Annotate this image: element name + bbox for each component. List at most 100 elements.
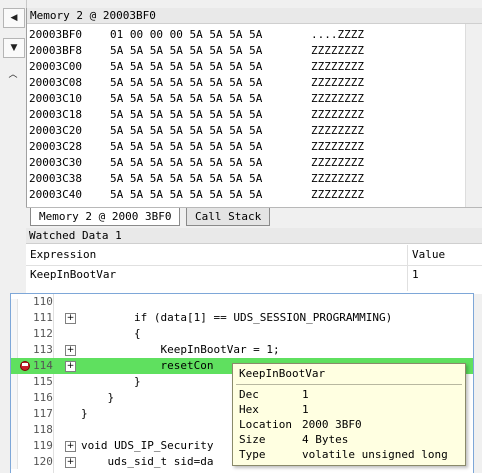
tooltip-row: Hex 1 xyxy=(239,402,459,417)
memory-ascii: ZZZZZZZZ xyxy=(311,172,364,185)
memory-bytes[interactable]: 5A 5A 5A 5A 5A 5A 5A 5A xyxy=(110,75,262,91)
tooltip-key: Type xyxy=(239,448,266,461)
memory-row[interactable]: 20003C18 5A 5A 5A 5A 5A 5A 5A 5A ZZZZZZZZ xyxy=(29,107,449,123)
memory-bytes[interactable]: 5A 5A 5A 5A 5A 5A 5A 5A xyxy=(110,139,262,155)
variable-tooltip: KeepInBootVar Dec 1 Hex 1 Location 2000 3BF0 S… xyxy=(232,363,466,466)
tooltip-row: Dec 1 xyxy=(239,387,459,402)
memory-ascii: ZZZZZZZZ xyxy=(311,108,364,121)
tooltip-row: Location 2000 3BF0 xyxy=(239,417,459,432)
line-number: 119 xyxy=(33,439,53,452)
code-text: } xyxy=(81,375,141,388)
tooltip-row: Type volatile unsigned long xyxy=(239,447,459,462)
line-number: 113 xyxy=(33,343,53,356)
tab-nav-glyph: ◀ xyxy=(10,13,18,23)
memory-ascii: ZZZZZZZZ xyxy=(311,76,364,89)
watch-row[interactable]: KeepInBootVar 1 xyxy=(26,266,482,284)
chevron-glyph: ︿ xyxy=(8,69,18,80)
tooltip-row: Size 4 Bytes xyxy=(239,432,459,447)
tooltip-value: 1 xyxy=(302,403,309,416)
memory-row[interactable]: 20003C10 5A 5A 5A 5A 5A 5A 5A 5A ZZZZZZZZ xyxy=(29,91,449,107)
code-text: resetCon xyxy=(81,359,214,372)
dropdown-glyph: ▼ xyxy=(10,43,18,53)
memory-address: 20003C00 xyxy=(29,60,82,73)
tooltip-title: KeepInBootVar xyxy=(239,367,326,380)
code-line[interactable]: 112 { xyxy=(11,326,473,342)
memory-bytes[interactable]: 5A 5A 5A 5A 5A 5A 5A 5A xyxy=(110,171,262,187)
memory-bytes[interactable]: 5A 5A 5A 5A 5A 5A 5A 5A xyxy=(110,107,262,123)
memory-address: 20003C18 xyxy=(29,108,82,121)
expand-plus-icon[interactable]: + xyxy=(65,457,76,468)
tooltip-value: 2000 3BF0 xyxy=(302,418,362,431)
memory-row[interactable]: 20003C20 5A 5A 5A 5A 5A 5A 5A 5A ZZZZZZZZ xyxy=(29,123,449,139)
memory-window-title: Memory 2 @ 20003BF0 xyxy=(27,8,482,24)
memory-row[interactable]: 20003BF8 5A 5A 5A 5A 5A 5A 5A 5A ZZZZZZZZ xyxy=(29,43,449,59)
line-number: 118 xyxy=(33,423,53,436)
memory-ascii: ZZZZZZZZ xyxy=(311,124,364,137)
code-line[interactable]: 110 xyxy=(11,294,473,310)
line-number: 112 xyxy=(33,327,53,340)
memory-address: 20003C10 xyxy=(29,92,82,105)
memory-row[interactable]: 20003BF0 01 00 00 00 5A 5A 5A 5A ....ZZZZ xyxy=(29,27,449,43)
expand-plus-icon[interactable]: + xyxy=(65,361,76,372)
memory-window: Memory 2 @ 20003BF0 20003BF0 01 00 00 00 … xyxy=(26,8,482,226)
memory-bytes[interactable]: 5A 5A 5A 5A 5A 5A 5A 5A xyxy=(110,123,262,139)
memory-scrollbar[interactable] xyxy=(465,24,482,208)
memory-row[interactable]: 20003C38 5A 5A 5A 5A 5A 5A 5A 5A ZZZZZZZZ xyxy=(29,171,449,187)
line-number: 110 xyxy=(33,295,53,308)
memory-address: 20003BF0 xyxy=(29,28,82,41)
watched-data-window: Watched Data 1 Expression Value KeepInBo… xyxy=(26,228,482,294)
expand-plus-icon[interactable]: + xyxy=(65,441,76,452)
memory-address: 20003BF8 xyxy=(29,44,82,57)
tooltip-value: 1 xyxy=(302,388,309,401)
memory-row[interactable]: 20003C28 5A 5A 5A 5A 5A 5A 5A 5A ZZZZZZZZ xyxy=(29,139,449,155)
tab-memory-2[interactable]: Memory 2 @ 2000 3BF0 xyxy=(30,208,181,226)
code-line[interactable]: 111 + if (data[1] == UDS_SESSION_PROGRAMM… xyxy=(11,310,473,326)
memory-address: 20003C40 xyxy=(29,188,82,201)
tab-call-stack[interactable]: Call Stack xyxy=(186,208,271,226)
memory-bytes[interactable]: 5A 5A 5A 5A 5A 5A 5A 5A xyxy=(110,155,262,171)
memory-row[interactable]: 20003C40 5A 5A 5A 5A 5A 5A 5A 5A ZZZZZZZZ xyxy=(29,187,449,203)
column-expression[interactable]: Expression xyxy=(30,248,96,261)
chevron-up-icon[interactable]: ︿ xyxy=(3,64,23,82)
memory-rows: 20003BF0 01 00 00 00 5A 5A 5A 5A ....ZZZZ 2… xyxy=(29,27,449,203)
memory-ascii: ZZZZZZZZ xyxy=(311,188,364,201)
memory-address: 20003C30 xyxy=(29,156,82,169)
memory-ascii: ZZZZZZZZ xyxy=(311,60,364,73)
memory-ascii: ....ZZZZ xyxy=(311,28,364,41)
memory-ascii: ZZZZZZZZ xyxy=(311,44,364,57)
line-number: 116 xyxy=(33,391,53,404)
memory-row[interactable]: 20003C30 5A 5A 5A 5A 5A 5A 5A 5A ZZZZZZZZ xyxy=(29,155,449,171)
expand-plus-icon[interactable]: + xyxy=(65,313,76,324)
code-text: void UDS_IP_Security xyxy=(81,439,214,452)
memory-row[interactable]: 20003C08 5A 5A 5A 5A 5A 5A 5A 5A ZZZZZZZZ xyxy=(29,75,449,91)
memory-bytes[interactable]: 5A 5A 5A 5A 5A 5A 5A 5A xyxy=(110,59,262,75)
tooltip-key: Dec xyxy=(239,388,259,401)
tooltip-value: 4 Bytes xyxy=(302,433,349,446)
memory-address: 20003C28 xyxy=(29,140,82,153)
memory-bytes[interactable]: 5A 5A 5A 5A 5A 5A 5A 5A xyxy=(110,43,262,59)
memory-address: 20003C38 xyxy=(29,172,82,185)
tooltip-key: Location xyxy=(239,418,292,431)
watch-expression: KeepInBootVar xyxy=(30,268,117,281)
line-number: 117 xyxy=(33,407,53,420)
expand-plus-icon[interactable]: + xyxy=(65,345,76,356)
memory-ascii: ZZZZZZZZ xyxy=(311,92,364,105)
memory-ascii: ZZZZZZZZ xyxy=(311,140,364,153)
dropdown-arrow-icon[interactable]: ▼ xyxy=(3,38,25,58)
memory-ascii: ZZZZZZZZ xyxy=(311,156,364,169)
code-text: uds_sid_t sid=da xyxy=(81,455,214,468)
column-value[interactable]: Value xyxy=(412,248,445,261)
watch-value[interactable]: 1 xyxy=(412,268,419,281)
tooltip-divider xyxy=(236,384,462,385)
code-line[interactable]: 113 + KeepInBootVar = 1; xyxy=(11,342,473,358)
exec-arrow-icon xyxy=(22,363,28,366)
tab-nav-triangle-icon[interactable]: ◀ xyxy=(3,8,25,28)
code-text: KeepInBootVar = 1; xyxy=(81,343,280,356)
memory-bytes[interactable]: 01 00 00 00 5A 5A 5A 5A xyxy=(110,27,262,43)
tooltip-key: Hex xyxy=(239,403,259,416)
watched-data-title: Watched Data 1 xyxy=(26,228,482,244)
memory-address: 20003C20 xyxy=(29,124,82,137)
memory-bytes[interactable]: 5A 5A 5A 5A 5A 5A 5A 5A xyxy=(110,187,262,203)
memory-bytes[interactable]: 5A 5A 5A 5A 5A 5A 5A 5A xyxy=(110,91,262,107)
memory-row[interactable]: 20003C00 5A 5A 5A 5A 5A 5A 5A 5A ZZZZZZZZ xyxy=(29,59,449,75)
